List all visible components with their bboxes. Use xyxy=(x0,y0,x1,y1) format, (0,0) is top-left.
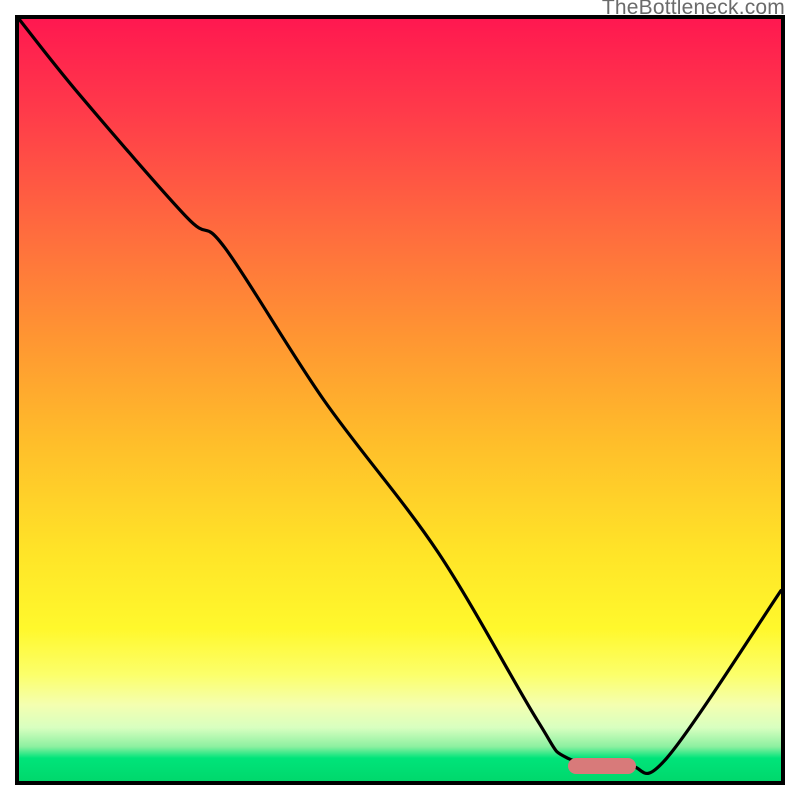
bottleneck-curve-path xyxy=(19,19,781,773)
optimal-marker xyxy=(568,758,637,774)
chart-container: TheBottleneck.com xyxy=(0,0,800,800)
curve-svg xyxy=(19,19,781,781)
plot-area xyxy=(15,15,785,785)
